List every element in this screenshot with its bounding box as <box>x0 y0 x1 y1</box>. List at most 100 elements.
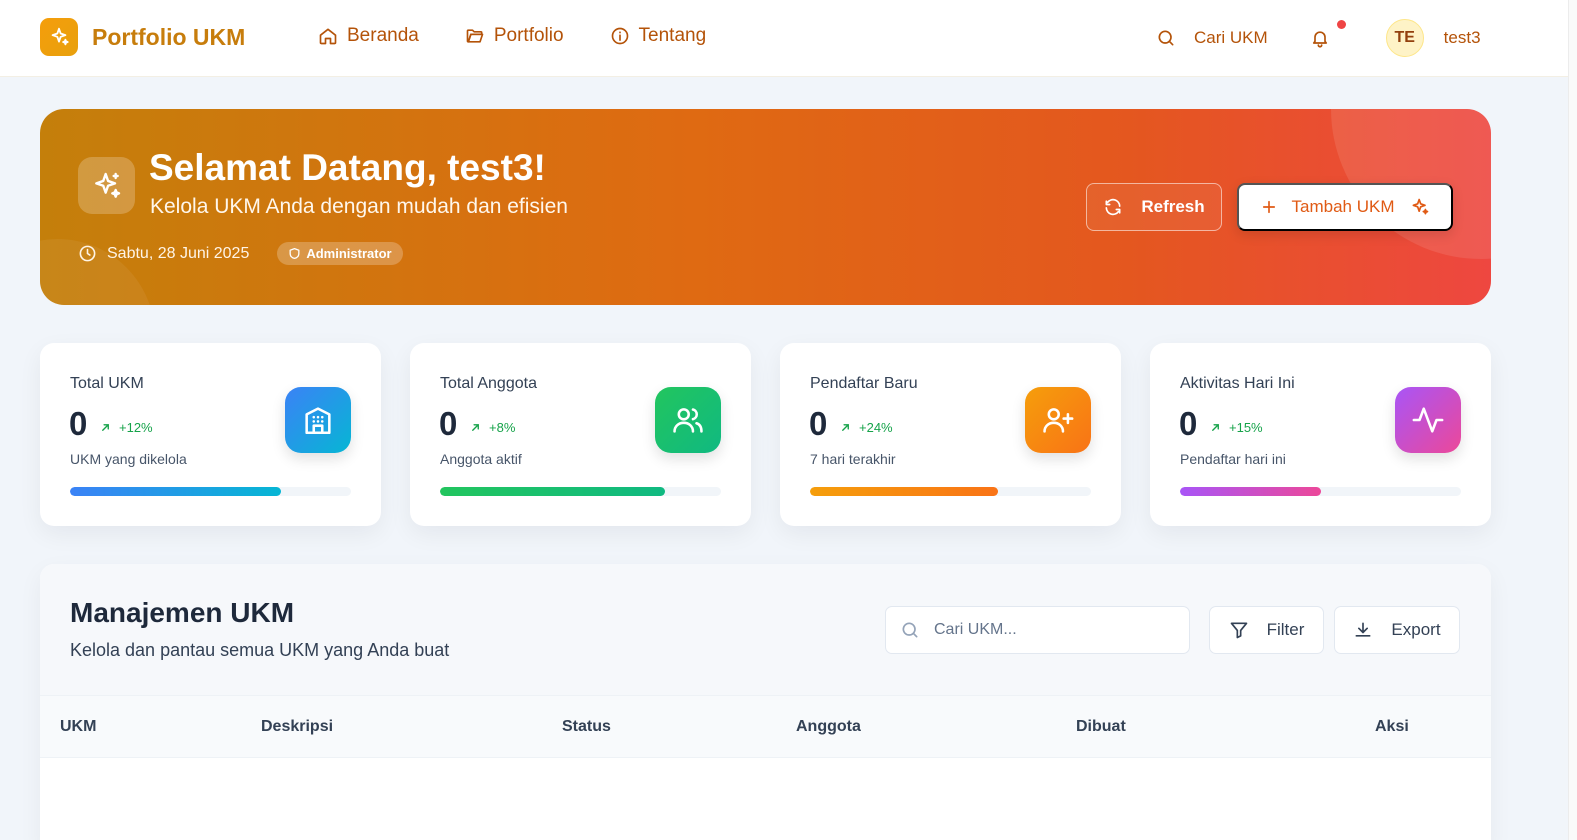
stat-desc: Pendaftar hari ini <box>1180 451 1286 467</box>
column-header-aksi[interactable]: Aksi <box>1375 718 1409 736</box>
add-ukm-button[interactable]: Tambah UKM <box>1237 183 1453 231</box>
refresh-icon <box>1105 198 1121 216</box>
add-ukm-label: Tambah UKM <box>1291 197 1395 216</box>
top-navbar: Portfolio UKM Beranda Portfolio Tentang … <box>0 0 1568 77</box>
stat-change: +8% <box>470 420 515 435</box>
bell-icon <box>1312 31 1327 48</box>
nav-link-label: Beranda <box>347 25 419 46</box>
info-icon <box>611 27 628 45</box>
nav-search-button[interactable]: Cari UKM <box>1156 28 1268 48</box>
trend-up-icon <box>102 424 109 431</box>
nav-link-beranda[interactable]: Beranda <box>318 25 419 47</box>
stat-progress-bar <box>440 487 721 496</box>
nav-search-label: Cari UKM <box>1194 28 1268 47</box>
stat-card-pendaftar-baru: Pendaftar Baru 0 +24% 7 hari terakhir <box>780 343 1121 526</box>
stat-value: 0 <box>439 405 458 442</box>
sparkles-logo-icon <box>40 18 78 56</box>
stat-change: +12% <box>100 420 153 435</box>
ukm-search <box>885 606 1190 654</box>
trend-up-icon <box>842 424 849 431</box>
stat-desc: 7 hari terakhir <box>810 451 896 467</box>
ukm-management-panel: Manajemen UKM Kelola dan pantau semua UK… <box>40 564 1491 840</box>
stat-value: 0 <box>69 405 88 442</box>
building-icon <box>285 387 351 453</box>
filter-icon <box>1230 622 1247 639</box>
role-label: Administrator <box>306 246 392 261</box>
shield-icon <box>289 247 300 260</box>
nav-right: Cari UKM TE test3 <box>1156 18 1481 58</box>
column-header-status[interactable]: Status <box>562 718 611 736</box>
stat-card-total-ukm: Total UKM 0 +12% UKM yang dikelola <box>40 343 381 526</box>
username[interactable]: test3 <box>1444 28 1481 48</box>
folder-icon <box>466 29 484 43</box>
search-icon <box>1158 30 1174 46</box>
stat-label: Aktivitas Hari Ini <box>1180 375 1295 392</box>
welcome-subtitle: Kelola UKM Anda dengan mudah dan efisien <box>150 195 568 218</box>
welcome-banner: Selamat Datang, test3! Kelola UKM Anda d… <box>40 109 1491 305</box>
panel-subtitle: Kelola dan pantau semua UKM yang Anda bu… <box>70 640 450 660</box>
stat-progress-bar <box>810 487 1091 496</box>
refresh-button[interactable]: Refresh <box>1086 183 1222 231</box>
filter-button[interactable]: Filter <box>1209 606 1324 654</box>
stat-desc: UKM yang dikelola <box>70 451 187 467</box>
home-icon <box>319 28 337 45</box>
users-icon <box>655 387 721 453</box>
stat-label: Total UKM <box>70 375 144 392</box>
filter-label: Filter <box>1266 620 1305 639</box>
stat-card-aktivitas: Aktivitas Hari Ini 0 +15% Pendaftar hari… <box>1150 343 1491 526</box>
avatar[interactable]: TE <box>1385 19 1424 57</box>
stat-value: 0 <box>1179 405 1198 442</box>
nav-link-label: Tentang <box>638 25 707 46</box>
role-badge: Administrator <box>277 242 403 265</box>
stat-value: 0 <box>809 405 828 442</box>
panel-header: Manajemen UKM Kelola dan pantau semua UK… <box>40 564 1491 695</box>
export-label: Export <box>1391 620 1441 639</box>
ukm-table-header: UKM Deskripsi Status Anggota Dibuat Aksi <box>40 695 1491 758</box>
trend-up-icon <box>472 424 479 431</box>
nav-link-portfolio[interactable]: Portfolio <box>465 25 564 47</box>
plus-icon <box>1262 200 1275 214</box>
column-header-deskripsi[interactable]: Deskripsi <box>261 718 333 736</box>
brand-name: Portfolio UKM <box>92 23 246 50</box>
stat-progress-fill <box>810 487 999 496</box>
stat-progress-bar <box>1180 487 1461 496</box>
stat-change-text: +12% <box>119 420 153 435</box>
stat-change: +24% <box>840 420 893 435</box>
stat-progress-fill <box>70 487 281 496</box>
stat-change-text: +8% <box>489 420 516 435</box>
notification-dot <box>1336 20 1346 29</box>
stat-change-text: +15% <box>1229 420 1263 435</box>
hero-meta: Sabtu, 28 Juni 2025 Administrator <box>78 242 403 265</box>
column-header-anggota[interactable]: Anggota <box>796 718 861 736</box>
refresh-label: Refresh <box>1141 197 1205 216</box>
page-scrollbar[interactable] <box>1568 0 1577 840</box>
stat-desc: Anggota aktif <box>440 451 522 467</box>
sparkles-icon <box>1412 198 1429 215</box>
ukm-search-input[interactable] <box>934 621 1174 639</box>
clock-icon <box>79 245 96 262</box>
date-text: Sabtu, 28 Juni 2025 <box>107 244 250 262</box>
nav-link-tentang[interactable]: Tentang <box>610 25 707 47</box>
stat-label: Total Anggota <box>440 375 537 392</box>
stat-change-text: +24% <box>859 420 893 435</box>
sparkles-icon <box>78 157 135 214</box>
brand[interactable]: Portfolio UKM <box>40 18 245 56</box>
stat-progress-fill <box>440 487 665 496</box>
stat-progress-fill <box>1180 487 1321 496</box>
column-header-ukm[interactable]: UKM <box>60 718 96 736</box>
notification-button[interactable] <box>1310 20 1346 48</box>
main-nav: Beranda Portfolio Tentang <box>318 25 752 47</box>
export-button[interactable]: Export <box>1334 606 1460 654</box>
activity-icon <box>1395 387 1461 453</box>
trend-up-icon <box>1212 424 1219 431</box>
user-plus-icon <box>1025 387 1091 453</box>
current-date: Sabtu, 28 Juni 2025 <box>78 244 249 263</box>
panel-title: Manajemen UKM <box>70 597 295 628</box>
stat-progress-bar <box>70 487 351 496</box>
column-header-dibuat[interactable]: Dibuat <box>1076 718 1126 736</box>
nav-link-label: Portfolio <box>493 25 564 46</box>
welcome-title: Selamat Datang, test3! <box>149 147 546 188</box>
stat-change: +15% <box>1210 420 1263 435</box>
stat-label: Pendaftar Baru <box>810 375 918 392</box>
download-icon <box>1355 622 1371 637</box>
